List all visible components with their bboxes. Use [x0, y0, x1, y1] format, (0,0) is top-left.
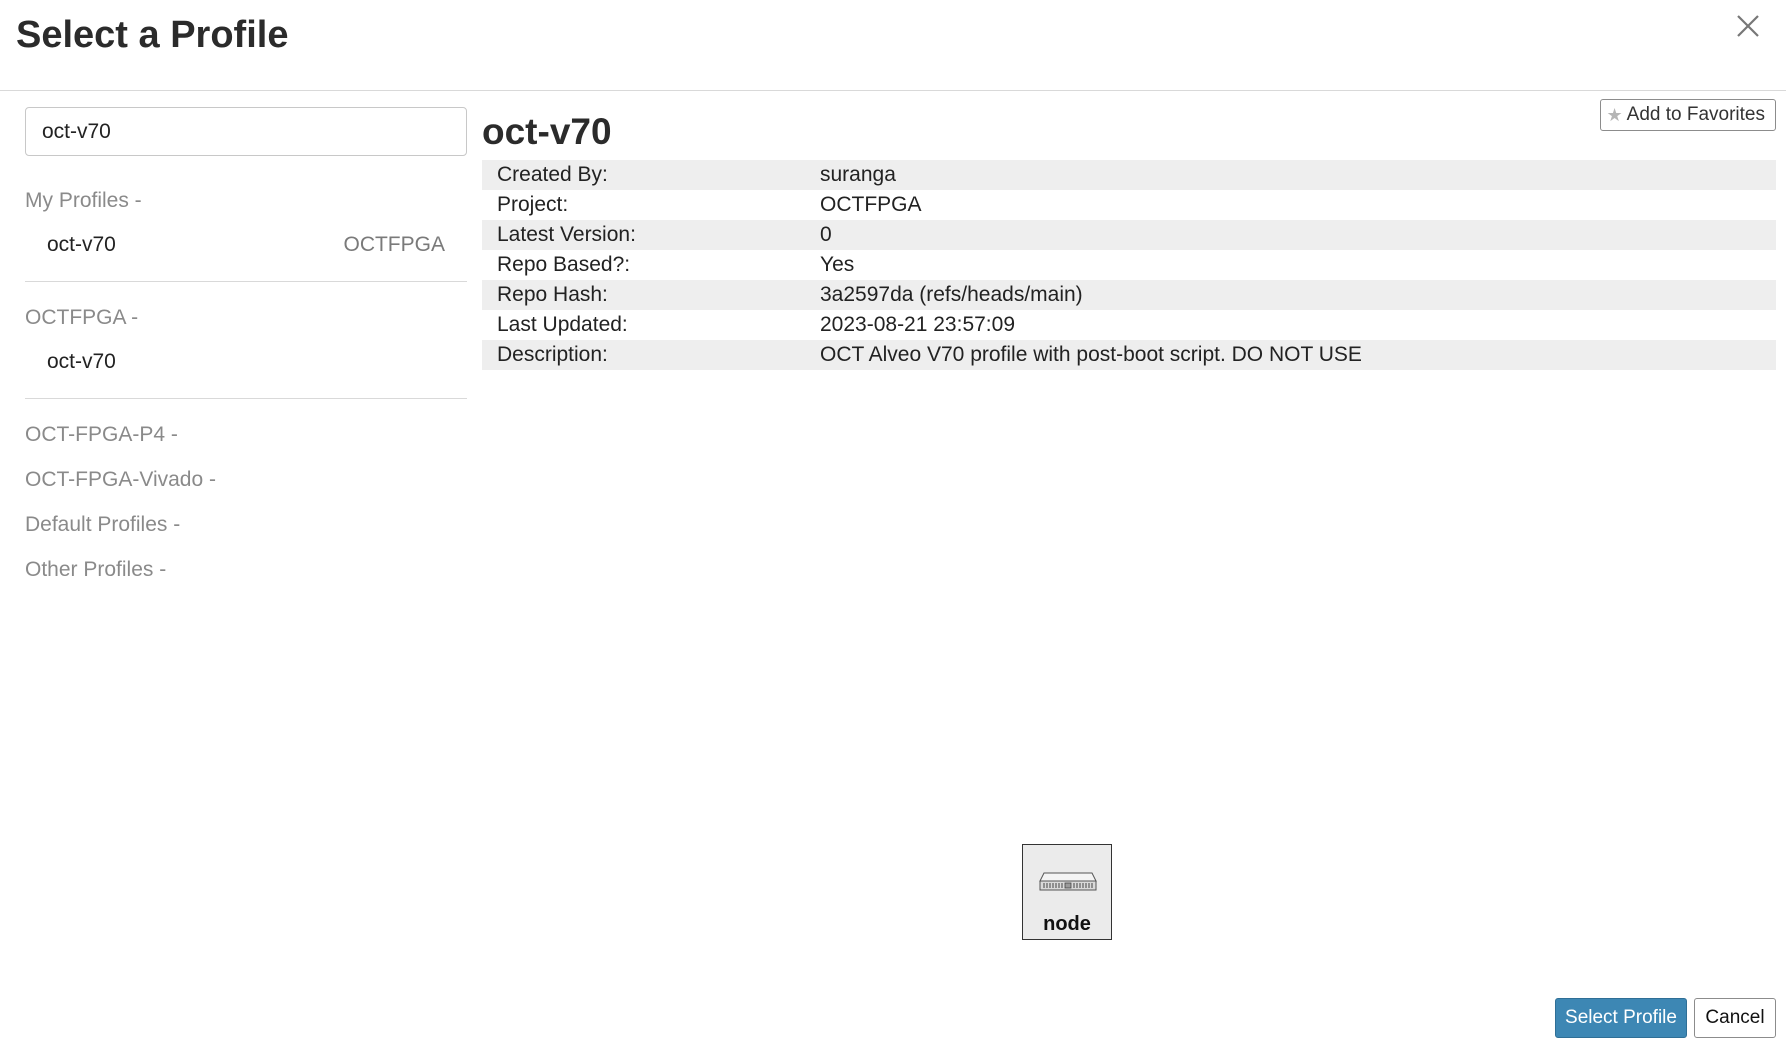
node-label: node — [1043, 913, 1091, 935]
profile-list-item[interactable]: oct-v70 OCTFPGA — [25, 223, 467, 267]
search-input[interactable] — [25, 107, 467, 156]
topology-node[interactable]: node — [1022, 844, 1112, 940]
group-header-octfpga[interactable]: OCTFPGA - — [25, 295, 467, 340]
group-octfpga: OCTFPGA - oct-v70 — [25, 295, 467, 399]
info-key: Repo Based?: — [497, 253, 631, 276]
dialog-title: Select a Profile — [16, 14, 289, 56]
add-to-favorites-label: Add to Favorites — [1626, 104, 1765, 125]
group-header-other-profiles[interactable]: Other Profiles - — [25, 547, 467, 592]
info-value: Yes — [820, 253, 855, 276]
profile-item-project: OCTFPGA — [343, 233, 445, 256]
info-key: Created By: — [497, 163, 608, 186]
info-key: Latest Version: — [497, 223, 636, 246]
info-key: Description: — [497, 343, 608, 366]
select-profile-button[interactable]: Select Profile — [1555, 998, 1687, 1038]
info-value: 2023-08-21 23:57:09 — [820, 313, 1015, 336]
profile-item-name: oct-v70 — [47, 350, 116, 373]
info-value: 3a2597da (refs/heads/main) — [820, 283, 1083, 306]
add-to-favorites-button[interactable]: ★ Add to Favorites — [1599, 99, 1776, 131]
table-row: Repo Based?: Yes — [482, 250, 1776, 280]
profile-item-name: oct-v70 — [47, 233, 116, 256]
info-key: Last Updated: — [497, 313, 628, 336]
profile-title: oct-v70 — [482, 111, 612, 152]
profile-details: ★ Add to Favorites oct-v70 Created By: s… — [482, 97, 1776, 370]
table-row: Last Updated: 2023-08-21 23:57:09 — [482, 310, 1776, 340]
profile-sidebar: My Profiles - oct-v70 OCTFPGA OCTFPGA - … — [25, 107, 467, 592]
table-row: Project: OCTFPGA — [482, 190, 1776, 220]
group-divider — [25, 281, 467, 282]
table-row: Repo Hash: 3a2597da (refs/heads/main) — [482, 280, 1776, 310]
group-header-oct-fpga-p4[interactable]: OCT-FPGA-P4 - — [25, 412, 467, 457]
group-header-my-profiles[interactable]: My Profiles - — [25, 178, 467, 223]
info-key: Repo Hash: — [497, 283, 608, 306]
table-row: Created By: suranga — [482, 160, 1776, 190]
select-profile-dialog: Select a Profile My Profiles - oct-v70 O… — [0, 0, 1786, 1050]
info-key: Project: — [497, 193, 569, 216]
info-value: OCTFPGA — [820, 193, 922, 216]
dialog-header: Select a Profile — [0, 0, 1786, 91]
info-value: suranga — [820, 163, 896, 186]
table-row: Latest Version: 0 — [482, 220, 1776, 250]
group-header-default-profiles[interactable]: Default Profiles - — [25, 502, 467, 547]
group-header-oct-fpga-vivado[interactable]: OCT-FPGA-Vivado - — [25, 457, 467, 502]
server-icon — [1039, 872, 1097, 891]
table-row: Description: OCT Alveo V70 profile with … — [482, 340, 1776, 370]
star-icon: ★ — [1606, 104, 1623, 125]
profile-info-table: Created By: suranga Project: OCTFPGA Lat… — [482, 160, 1776, 370]
group-my-profiles: My Profiles - oct-v70 OCTFPGA — [25, 178, 467, 282]
group-divider — [25, 398, 467, 399]
cancel-button[interactable]: Cancel — [1694, 998, 1776, 1038]
info-value: OCT Alveo V70 profile with post-boot scr… — [820, 343, 1362, 366]
info-value: 0 — [820, 223, 832, 246]
profile-list-item[interactable]: oct-v70 — [25, 340, 467, 384]
close-icon[interactable] — [1734, 12, 1762, 40]
